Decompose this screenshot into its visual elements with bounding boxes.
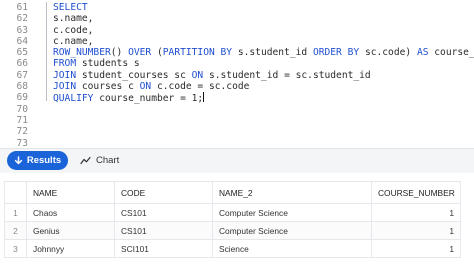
table-header-row: NAME CODE NAME_2 COURSE_NUMBER <box>4 181 461 204</box>
worksheet: 61 62 63 64 65 66 67 68 69 70 71 72 73 SELECT s.name,… <box>0 0 474 265</box>
code-line[interactable] <box>53 104 474 115</box>
code-line[interactable]: c.code, <box>53 25 474 36</box>
line-number: 72 <box>16 126 28 138</box>
sql-text: c.code, <box>53 24 94 36</box>
line-number: 68 <box>16 81 28 93</box>
line-number: 65 <box>16 47 28 59</box>
cell-code[interactable]: CS101 <box>114 203 213 222</box>
cell-course-number[interactable]: 1 <box>371 239 461 258</box>
sql-text: s.name, <box>53 13 94 25</box>
line-number: 71 <box>16 114 28 126</box>
sql-keyword: ROW_NUMBER <box>53 47 111 59</box>
cell-code[interactable]: SCI101 <box>114 239 213 258</box>
sql-text: courses c <box>76 81 140 93</box>
row-index: 1 <box>4 203 27 222</box>
code-line[interactable]: QUALIFY course_number = 1; <box>53 92 474 104</box>
sql-text: students s <box>76 58 140 70</box>
down-arrow-icon <box>14 156 23 165</box>
text-cursor <box>203 92 205 103</box>
line-number: 64 <box>16 35 28 47</box>
sql-keyword: ON <box>191 69 204 81</box>
code-line[interactable] <box>53 126 474 137</box>
code-line[interactable]: JOIN student_courses sc ON s.student_id … <box>53 70 474 81</box>
sql-text: ( <box>151 47 163 59</box>
sql-text: c.code = sc.code <box>151 81 250 93</box>
cell-name[interactable]: Genius <box>26 221 115 240</box>
sql-text: c.name, <box>53 35 94 47</box>
results-table: NAME CODE NAME_2 COURSE_NUMBER 1 Chaos CS1… <box>4 181 461 258</box>
code-fold-indicator[interactable] <box>46 2 47 101</box>
sql-text: student_courses sc <box>76 69 192 81</box>
line-number: 63 <box>16 24 28 36</box>
tab-results[interactable]: Results <box>7 151 68 170</box>
sql-editor[interactable]: 61 62 63 64 65 66 67 68 69 70 71 72 73 SELECT s.name,… <box>0 0 474 149</box>
cell-name[interactable]: Chaos <box>26 203 115 222</box>
sql-keyword: QUALIFY <box>53 93 94 104</box>
line-number: 70 <box>16 103 28 115</box>
tab-chart[interactable]: Chart <box>80 151 119 170</box>
sql-keyword: FROM <box>53 58 77 70</box>
cell-name[interactable]: Johnnyy <box>26 239 115 258</box>
table-row[interactable]: 3 Johnnyy SCI101 Science 1 <box>4 239 461 258</box>
sql-keyword: PARTITION BY <box>162 47 233 59</box>
sql-keyword: JOIN <box>53 81 77 93</box>
results-tab-bar: Results Chart <box>0 149 474 173</box>
sql-text: course_number = 1; <box>93 93 204 104</box>
row-index: 3 <box>4 239 27 258</box>
line-number-gutter: 61 62 63 64 65 66 67 68 69 70 71 72 73 <box>0 2 30 149</box>
code-area[interactable]: SELECT s.name, c.code, c.name, ROW_NUMBER() … <box>53 2 474 149</box>
sql-keyword: AS <box>416 47 429 59</box>
code-line[interactable]: FROM students s <box>53 58 474 69</box>
line-number: 67 <box>16 69 28 81</box>
sql-keyword: OVER <box>128 47 152 59</box>
row-index-header <box>4 181 27 204</box>
line-number: 66 <box>16 58 28 70</box>
table-row[interactable]: 1 Chaos CS101 Computer Science 1 <box>4 203 461 222</box>
sql-keyword: ORDER BY <box>312 47 360 59</box>
row-index: 2 <box>4 221 27 240</box>
cell-name-2[interactable]: Computer Science <box>212 221 372 240</box>
cell-course-number[interactable]: 1 <box>371 221 461 240</box>
sql-text: sc.code) <box>359 47 417 59</box>
line-number: 69 <box>16 92 28 104</box>
column-header-course-number[interactable]: COURSE_NUMBER <box>371 181 461 204</box>
line-chart-icon <box>80 156 91 165</box>
code-line[interactable]: s.name, <box>53 13 474 24</box>
column-header-name-2[interactable]: NAME_2 <box>212 181 372 204</box>
sql-text: s.student_id <box>232 47 313 59</box>
sql-keyword: JOIN <box>53 69 77 81</box>
cell-name-2[interactable]: Computer Science <box>212 203 372 222</box>
code-line[interactable]: ROW_NUMBER() OVER (PARTITION BY s.studen… <box>53 47 474 58</box>
line-number: 62 <box>16 13 28 25</box>
sql-text: () <box>110 47 129 59</box>
cell-course-number[interactable]: 1 <box>371 203 461 222</box>
code-line[interactable]: JOIN courses c ON c.code = sc.code <box>53 81 474 92</box>
table-row[interactable]: 2 Genius CS101 Computer Science 1 <box>4 221 461 240</box>
code-line[interactable]: SELECT <box>53 2 474 13</box>
sql-text: s.student_id = sc.student_id <box>203 69 371 81</box>
column-header-name[interactable]: NAME <box>26 181 115 204</box>
sql-keyword: ON <box>139 81 152 93</box>
cell-name-2[interactable]: Science <box>212 239 372 258</box>
tab-results-label: Results <box>26 155 62 166</box>
cell-code[interactable]: CS101 <box>114 221 213 240</box>
sql-keyword: SELECT <box>53 2 88 13</box>
code-line[interactable]: c.name, <box>53 36 474 47</box>
column-header-code[interactable]: CODE <box>114 181 213 204</box>
tab-chart-label: Chart <box>96 155 120 166</box>
sql-text: course_number <box>434 47 474 59</box>
line-number: 61 <box>16 2 28 13</box>
results-panel: NAME CODE NAME_2 COURSE_NUMBER 1 Chaos CS1… <box>0 173 474 265</box>
code-line[interactable] <box>53 115 474 126</box>
